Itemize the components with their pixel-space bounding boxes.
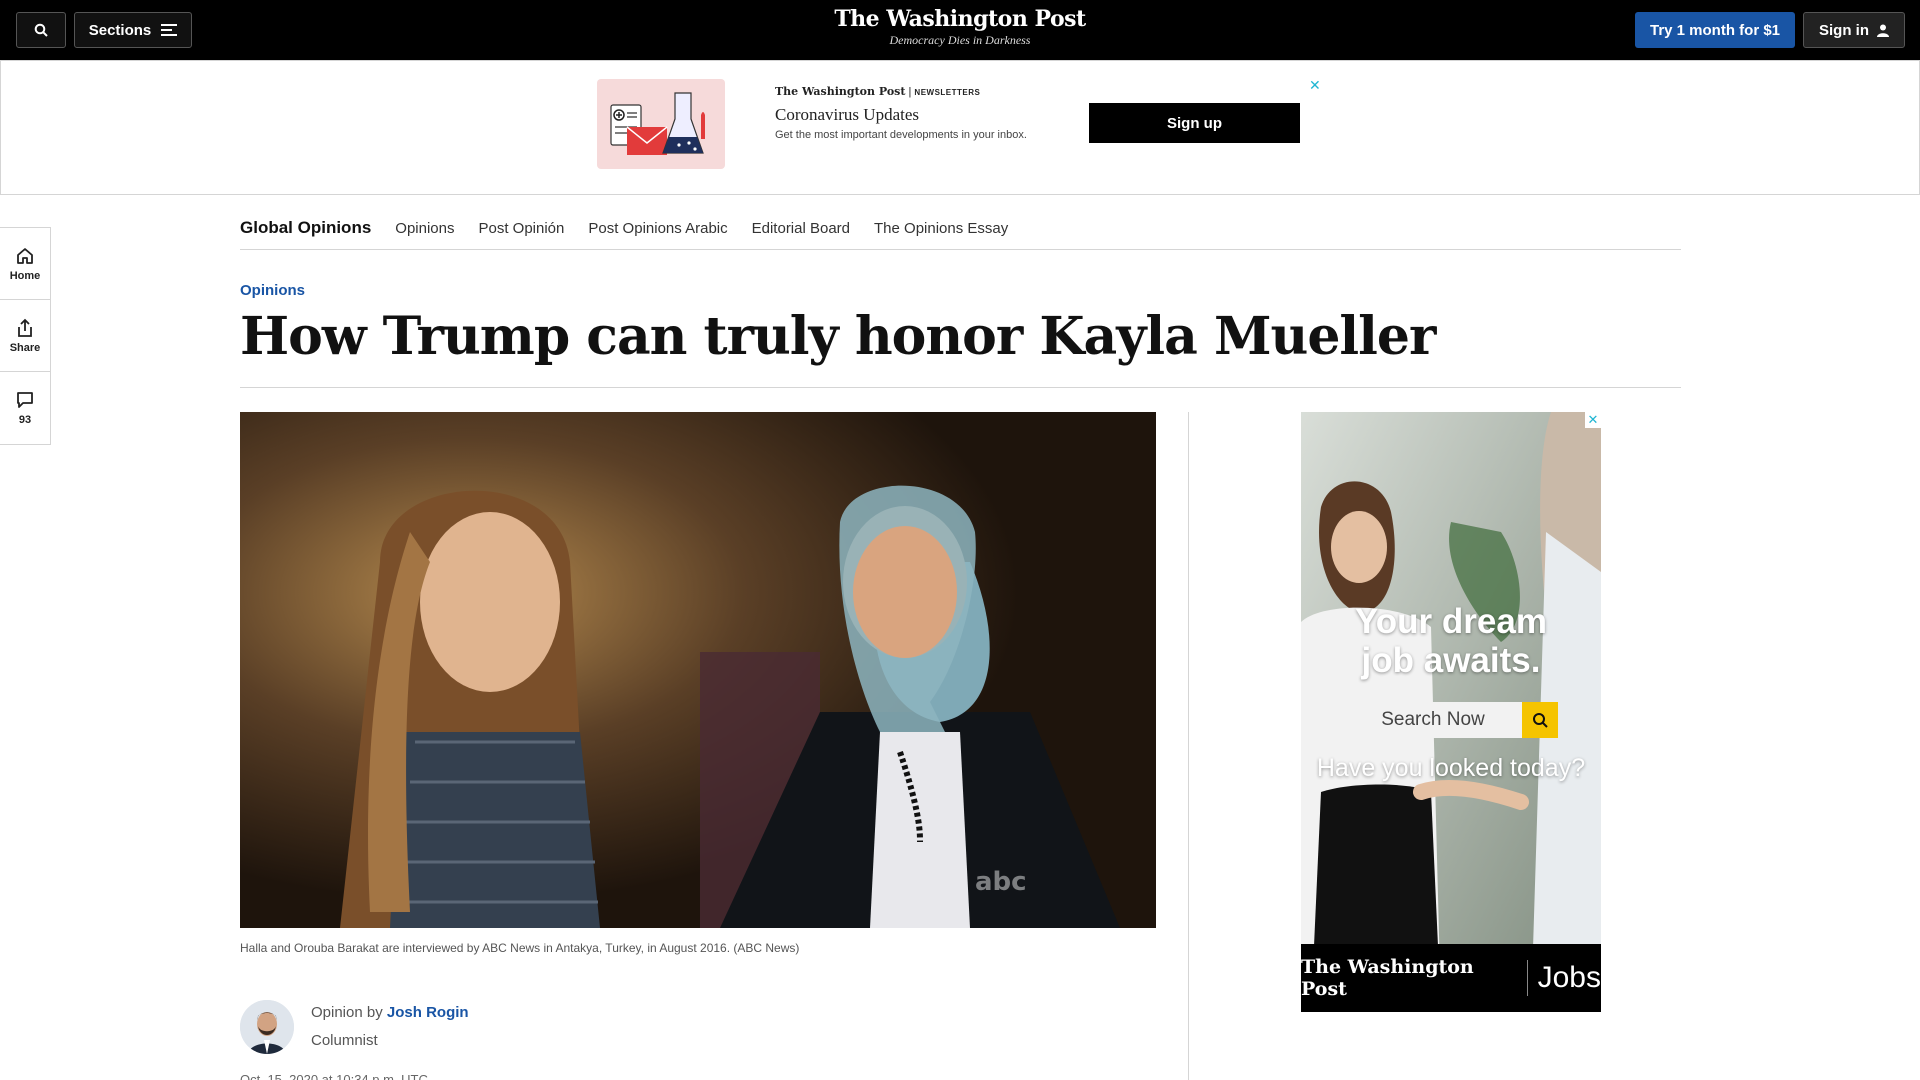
jobs-brand-logo: The Washington Post [1301,956,1474,1000]
jobs-ad-footer: The Washington Post Jobs [1301,944,1601,1012]
jobs-search-button[interactable] [1522,702,1558,738]
home-button[interactable]: Home [0,228,50,300]
subnav-brand[interactable]: Global Opinions [240,218,371,238]
sections-label: Sections [88,21,152,39]
headline-divider [240,387,1681,388]
comments-count: 93 [18,414,32,426]
newsletter-signup-button[interactable]: Sign up [1089,103,1300,143]
jobs-brand-divider [1526,960,1528,996]
publish-date: Oct. 15, 2020 at 10:34 p.m. UTC [240,1072,428,1080]
author-role: Columnist [311,1032,378,1049]
jobs-headline-line2: job awaits. [1361,641,1541,680]
ad-close-icon[interactable]: ✕ [1585,412,1601,428]
subnav-link-opinions-arabic[interactable]: Post Opinions Arabic [588,220,727,237]
share-button[interactable]: Share [0,300,50,372]
jobs-search-input[interactable]: Search Now [1344,702,1522,738]
jobs-display-ad[interactable]: Your dream job awaits. Search Now Have y… [1301,412,1601,1012]
sign-in-label: Sign in [1819,21,1869,39]
author-avatar[interactable] [240,1000,294,1054]
subnav-link-editorial-board[interactable]: Editorial Board [752,220,850,237]
column-divider [1188,412,1189,1080]
jobs-headline: Your dream job awaits. [1301,602,1601,680]
image-watermark: abc [975,867,1027,897]
search-icon [34,23,48,37]
site-tagline: Democracy Dies in Darkness [889,33,1031,47]
menu-icon [161,24,178,36]
newsletter-title: Coronavirus Updates [775,105,920,124]
byline: Opinion by Josh Rogin [311,1004,469,1021]
newsletter-illustration [597,79,725,169]
subnav-link-opinions-essay[interactable]: The Opinions Essay [874,220,1008,237]
jobs-search-box[interactable]: Search Now [1344,702,1558,738]
share-label: Share [9,341,41,354]
image-caption: Halla and Orouba Barakat are interviewed… [240,941,800,955]
user-icon [1877,24,1889,37]
sign-in-button[interactable]: Sign in [1803,12,1905,48]
comment-icon [17,392,33,408]
subscribe-button[interactable]: Try 1 month for $1 [1635,12,1795,48]
subnav-link-post-opinion[interactable]: Post Opinión [478,220,564,237]
newsletter-brand-tag: NEWSLETTERS [914,88,981,97]
section-subnav: Global Opinions Opinions Post Opinión Po… [240,207,1681,250]
lead-image[interactable]: abc [240,412,1156,928]
home-label: Home [9,269,41,282]
jobs-tagline: Have you looked today? [1316,754,1586,782]
jobs-product-name: Jobs [1537,961,1601,994]
jobs-headline-line1: Your dream [1355,602,1547,641]
search-button[interactable] [16,12,66,48]
site-logo[interactable]: The Washington Post [760,6,1160,32]
newsletter-brand: The Washington Post | NEWSLETTERS [775,85,981,98]
home-icon [17,247,33,264]
ad-close-icon[interactable]: ✕ [1309,77,1321,94]
comments-button[interactable]: 93 [0,372,50,444]
sections-button[interactable]: Sections [74,12,192,48]
newsletter-ad-banner: The Washington Post | NEWSLETTERS Corona… [0,60,1920,195]
masthead[interactable]: The Washington Post Democracy Dies in Da… [760,6,1160,48]
article-headline: How Trump can truly honor Kayla Mueller [240,306,1436,367]
article-kicker[interactable]: Opinions [240,282,305,299]
author-link[interactable]: Josh Rogin [387,1004,469,1021]
newsletter-brand-logo: The Washington Post [775,85,906,98]
subnav-link-opinions[interactable]: Opinions [395,220,454,237]
top-navigation-bar: Sections The Washington Post Democracy D… [0,0,1920,60]
newsletter-description: Get the most important developments in y… [775,129,1027,141]
share-icon [18,318,32,337]
byline-prefix: Opinion by [311,1004,383,1021]
left-action-rail: Home Share 93 [0,227,51,445]
search-icon [1533,713,1548,728]
